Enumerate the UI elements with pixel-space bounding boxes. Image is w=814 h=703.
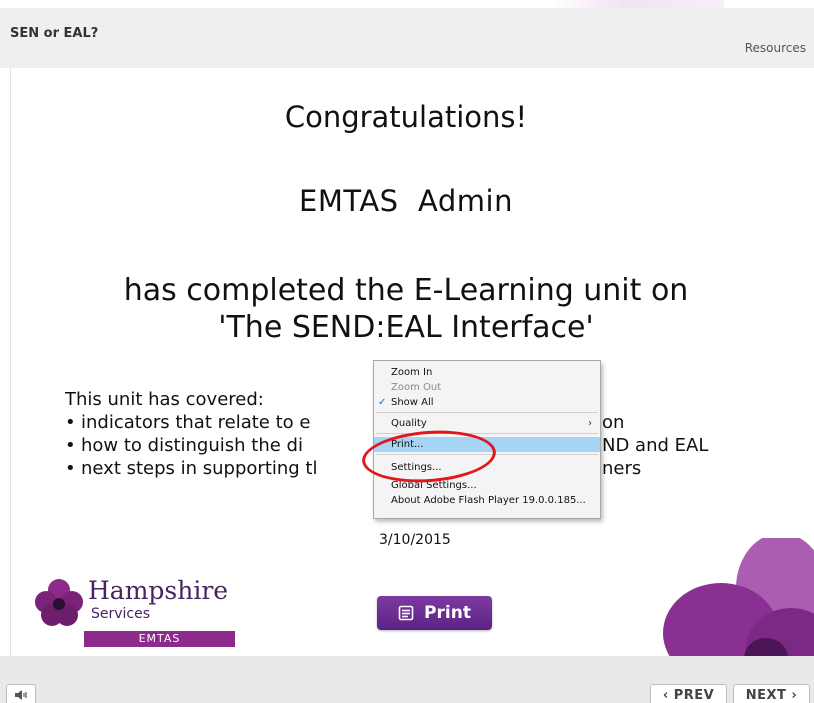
covered-list: This unit has covered: indicators that r… [65, 388, 318, 480]
congratulations-heading: Congratulations! [284, 100, 528, 134]
menu-item-zoom-out[interactable]: Zoom Out [374, 380, 600, 395]
menu-item-zoom-in[interactable]: Zoom In [374, 365, 600, 380]
completion-line-1: has completed the E-Learning unit on [123, 273, 689, 308]
player-footer: ‹ PREV NEXT › [0, 656, 814, 703]
next-label: NEXT [745, 687, 787, 703]
prev-label: PREV [673, 687, 715, 703]
hampshire-flower-logo-icon [35, 579, 83, 626]
covered-tail-3: ners [602, 458, 642, 479]
learner-name: EMTAS Admin [299, 184, 513, 218]
unit-title: SEN or EAL? [10, 26, 99, 41]
logo-dept: EMTAS [84, 631, 235, 647]
menu-item-about-flash[interactable]: About Adobe Flash Player 19.0.0.185... [374, 493, 600, 508]
menu-item-quality[interactable]: Quality › [374, 416, 600, 431]
next-button[interactable]: NEXT › [733, 684, 810, 703]
list-item: next steps in supporting tl [65, 457, 318, 480]
player-header: SEN or EAL? Resources [0, 8, 814, 68]
covered-heading: This unit has covered: [65, 389, 264, 410]
chevron-left-icon: ‹ [662, 687, 669, 703]
menu-item-show-all[interactable]: ✓ Show All [374, 395, 600, 410]
covered-tail-1: on [602, 412, 625, 433]
list-item: how to distinguish the di [65, 434, 318, 457]
menu-separator [376, 412, 598, 413]
chevron-right-icon: › [588, 418, 592, 429]
logo-services: Services [91, 606, 151, 622]
completion-date: 3/10/2015 [379, 532, 451, 548]
decorative-flower-icon [663, 538, 814, 656]
logo-name: Hampshire [88, 576, 229, 605]
speaker-icon [15, 690, 27, 700]
hampshire-services-logo: Hampshire Services EMTAS [33, 576, 243, 650]
top-strip [0, 0, 814, 8]
print-button-label: Print [424, 603, 471, 623]
checkmark-icon: ✓ [378, 397, 387, 408]
print-button[interactable]: Print [377, 596, 492, 630]
list-item: indicators that relate to e [65, 411, 318, 434]
document-icon [398, 605, 414, 621]
resources-link[interactable]: Resources [745, 41, 806, 55]
covered-tail-2: ND and EAL [602, 435, 709, 456]
volume-button[interactable] [6, 684, 36, 703]
completion-statement: has completed the E-Learning unit on 'Th… [11, 272, 801, 346]
prev-button[interactable]: ‹ PREV [650, 684, 727, 703]
chevron-right-icon: › [791, 687, 798, 703]
unit-name: 'The SEND:EAL Interface' [218, 310, 594, 345]
certificate-slide: Congratulations! EMTAS Admin has complet… [10, 68, 814, 656]
